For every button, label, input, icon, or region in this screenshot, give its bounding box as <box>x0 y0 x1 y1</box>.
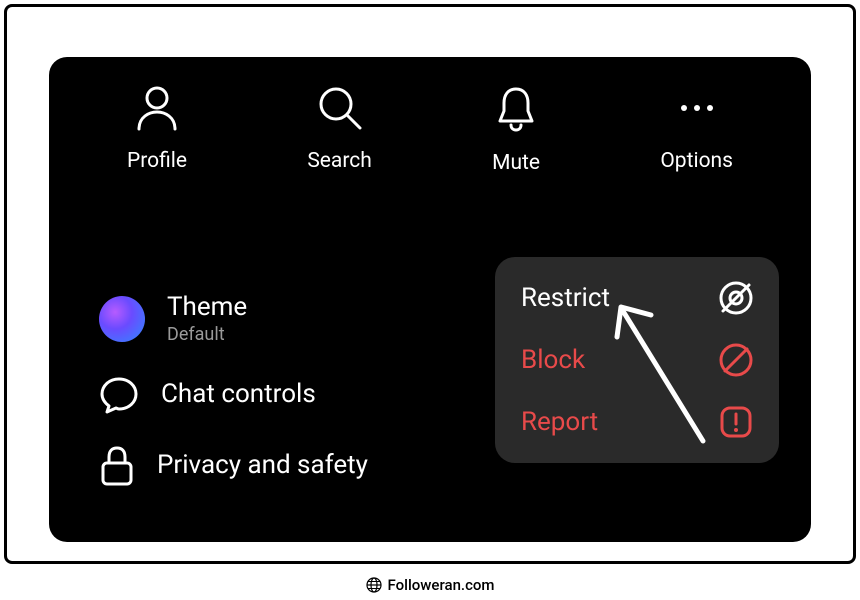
search-icon <box>317 85 363 131</box>
bell-icon <box>494 85 538 133</box>
block-label: Block <box>521 345 585 375</box>
report-label: Report <box>521 407 598 437</box>
privacy-label: Privacy and safety <box>157 451 368 480</box>
search-label: Search <box>307 149 372 173</box>
profile-action[interactable]: Profile <box>127 85 187 175</box>
top-actions-row: Profile Search Mute <box>49 57 811 175</box>
restrict-icon <box>717 279 755 317</box>
block-item[interactable]: Block <box>521 341 755 379</box>
settings-list: Theme Default Chat controls Privacy and … <box>99 293 368 487</box>
report-item[interactable]: Report <box>521 403 755 441</box>
theme-item[interactable]: Theme Default <box>99 293 368 345</box>
chat-controls-label: Chat controls <box>161 380 316 409</box>
block-icon <box>717 341 755 379</box>
chat-icon <box>99 375 139 415</box>
theme-text: Theme Default <box>167 293 247 345</box>
theme-subtitle: Default <box>167 324 247 345</box>
report-icon <box>717 403 755 441</box>
options-action[interactable]: Options <box>660 85 733 175</box>
restrict-label: Restrict <box>521 283 610 313</box>
watermark: Followeran.com <box>0 576 860 594</box>
chat-controls-item[interactable]: Chat controls <box>99 375 368 415</box>
options-popup: Restrict Block Report <box>495 257 779 463</box>
globe-icon <box>366 577 382 593</box>
mute-label: Mute <box>492 151 540 175</box>
profile-label: Profile <box>127 149 187 173</box>
options-label: Options <box>660 149 733 173</box>
restrict-item[interactable]: Restrict <box>521 279 755 317</box>
more-icon <box>674 85 720 131</box>
app-panel: Profile Search Mute <box>49 57 811 542</box>
theme-title: Theme <box>167 293 247 322</box>
lock-icon <box>99 445 135 487</box>
profile-icon <box>135 85 179 131</box>
outer-frame: Profile Search Mute <box>4 4 856 564</box>
mute-action[interactable]: Mute <box>492 85 540 175</box>
search-action[interactable]: Search <box>307 85 372 175</box>
watermark-text: Followeran.com <box>388 576 495 594</box>
theme-swatch-icon <box>99 296 145 342</box>
privacy-item[interactable]: Privacy and safety <box>99 445 368 487</box>
